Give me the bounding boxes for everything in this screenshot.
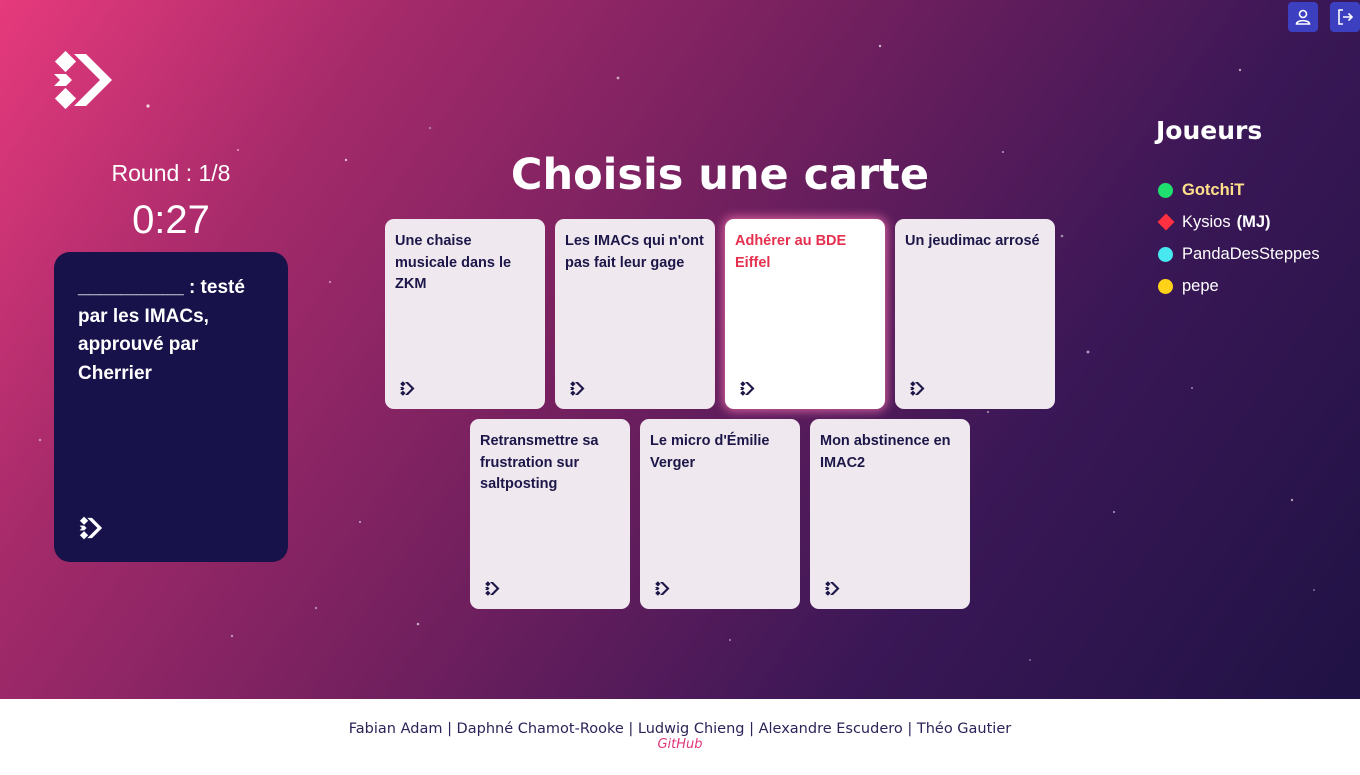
answer-card-text: Retransmettre sa frustration sur saltpos… [480,433,599,492]
logo-mark-icon [79,516,103,540]
logout-icon[interactable] [1330,2,1360,32]
logo-mark-icon [400,381,415,396]
answer-card[interactable]: Les IMACs qui n'ont pas fait leur gage [555,219,715,409]
player-color-dot [1158,182,1173,198]
answer-card-text: Le micro d'Émilie Verger [650,433,770,471]
game-master-badge: (MJ) [1236,212,1271,231]
logo-mark-icon [910,381,925,396]
logo-mark-icon [825,581,840,596]
answer-card[interactable]: Mon abstinence en IMAC2 [810,419,970,609]
player-item: Kysios (MJ) [1157,206,1320,238]
player-name: pepe [1182,276,1219,295]
answer-card-text: Un jeudimac arrosé [905,233,1040,249]
game-master-diamond-icon [1157,213,1175,231]
player-color-dot [1158,278,1173,294]
logo-mark-icon [740,381,755,396]
answer-card-selected[interactable]: Adhérer au BDE Eiffel [725,219,885,409]
answer-card-text: Une chaise musicale dans le ZKM [395,233,512,292]
answer-card[interactable]: Retransmettre sa frustration sur saltpos… [470,419,630,609]
top-right-actions [1288,2,1360,32]
player-color-dot [1158,246,1173,262]
question-text: __________ : testé par les IMACs, approu… [78,277,245,384]
answer-card-text: Mon abstinence en IMAC2 [820,433,951,471]
player-name: GotchiT [1182,180,1245,199]
players-heading: Joueurs [1156,116,1263,145]
page-title: Choisis une carte [510,150,930,200]
answer-card[interactable]: Le micro d'Émilie Verger [640,419,800,609]
countdown-timer: 0:27 [132,198,210,242]
logo-mark-icon [485,581,500,596]
footer: Fabian Adam | Daphné Chamot-Rooke | Ludw… [0,699,1360,775]
logo-mark-icon [570,381,585,396]
footer-credits: Fabian Adam | Daphné Chamot-Rooke | Ludw… [348,721,1012,737]
answer-card[interactable]: Un jeudimac arrosé [895,219,1055,409]
answer-card[interactable]: Une chaise musicale dans le ZKM [385,219,545,409]
user-icon[interactable] [1288,2,1318,32]
player-item: PandaDesSteppes [1158,238,1320,270]
github-link[interactable]: GitHub [0,737,1360,752]
answer-card-text: Adhérer au BDE Eiffel [735,233,847,271]
player-item: GotchiT [1158,174,1320,206]
answer-card-text: Les IMACs qui n'ont pas fait leur gage [565,233,704,271]
logo-icon [54,50,112,110]
player-name: Kysios [1182,212,1231,231]
question-card: __________ : testé par les IMACs, approu… [54,252,288,562]
player-name: PandaDesSteppes [1182,244,1320,263]
player-item: pepe [1158,270,1320,302]
round-counter: Round : 1/8 [111,160,231,186]
game-stage: Round : 1/8 0:27 __________ : testé par … [0,0,1360,699]
players-list: GotchiT Kysios (MJ) PandaDesSteppes pepe [1157,174,1320,302]
logo-mark-icon [655,581,670,596]
